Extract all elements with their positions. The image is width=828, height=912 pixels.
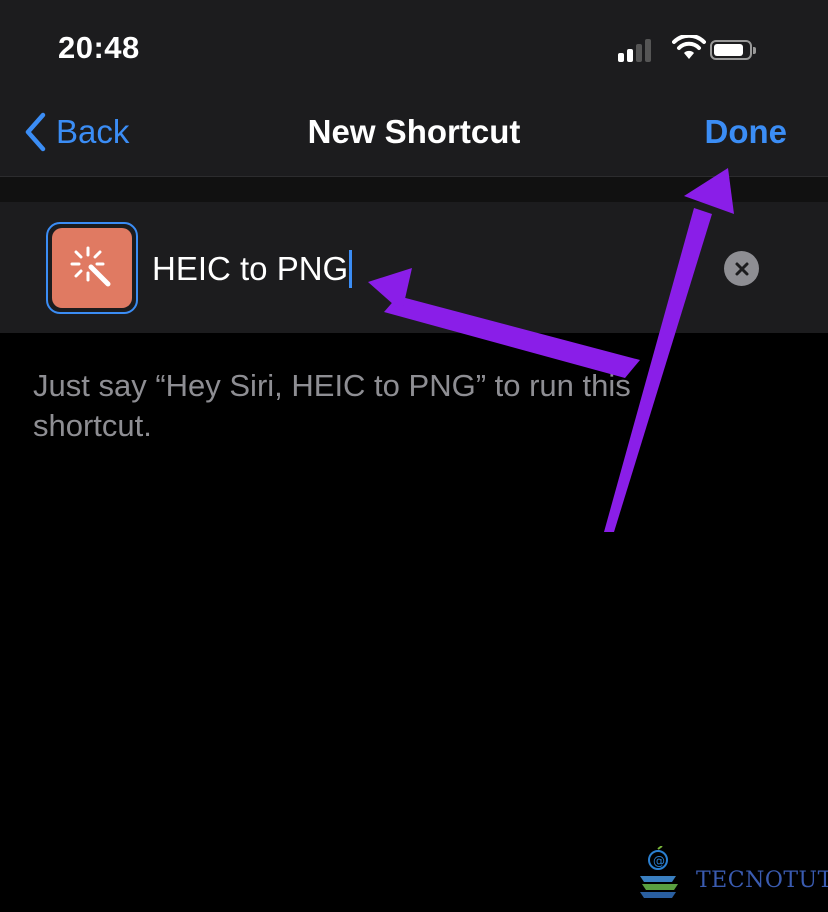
status-bar: 20:48 [0,0,828,100]
wifi-icon [672,35,706,59]
section-gap [0,177,828,202]
shortcut-name-value: HEIC to PNG [152,250,349,287]
status-time: 20:48 [58,30,140,65]
clear-text-button[interactable] [724,251,759,286]
close-icon [735,262,748,275]
done-button[interactable]: Done [705,113,788,151]
shortcut-name-row: HEIC to PNG [0,202,828,333]
magic-wand-icon [52,228,132,308]
siri-hint-text: Just say “Hey Siri, HEIC to PNG” to run … [33,368,631,443]
battery-icon [710,40,756,60]
navigation-bar: Back New Shortcut Done [0,100,828,177]
watermark: @ TECNOTUTO [636,846,828,906]
tecnotuto-logo-icon: @ [640,846,678,898]
svg-text:@: @ [653,854,665,868]
text-cursor [349,250,353,288]
watermark-text: TECNOTUTO [696,868,828,893]
shortcut-name-input[interactable]: HEIC to PNG [152,245,712,293]
cellular-signal-icon [618,36,658,62]
shortcut-icon-button[interactable] [46,222,138,314]
